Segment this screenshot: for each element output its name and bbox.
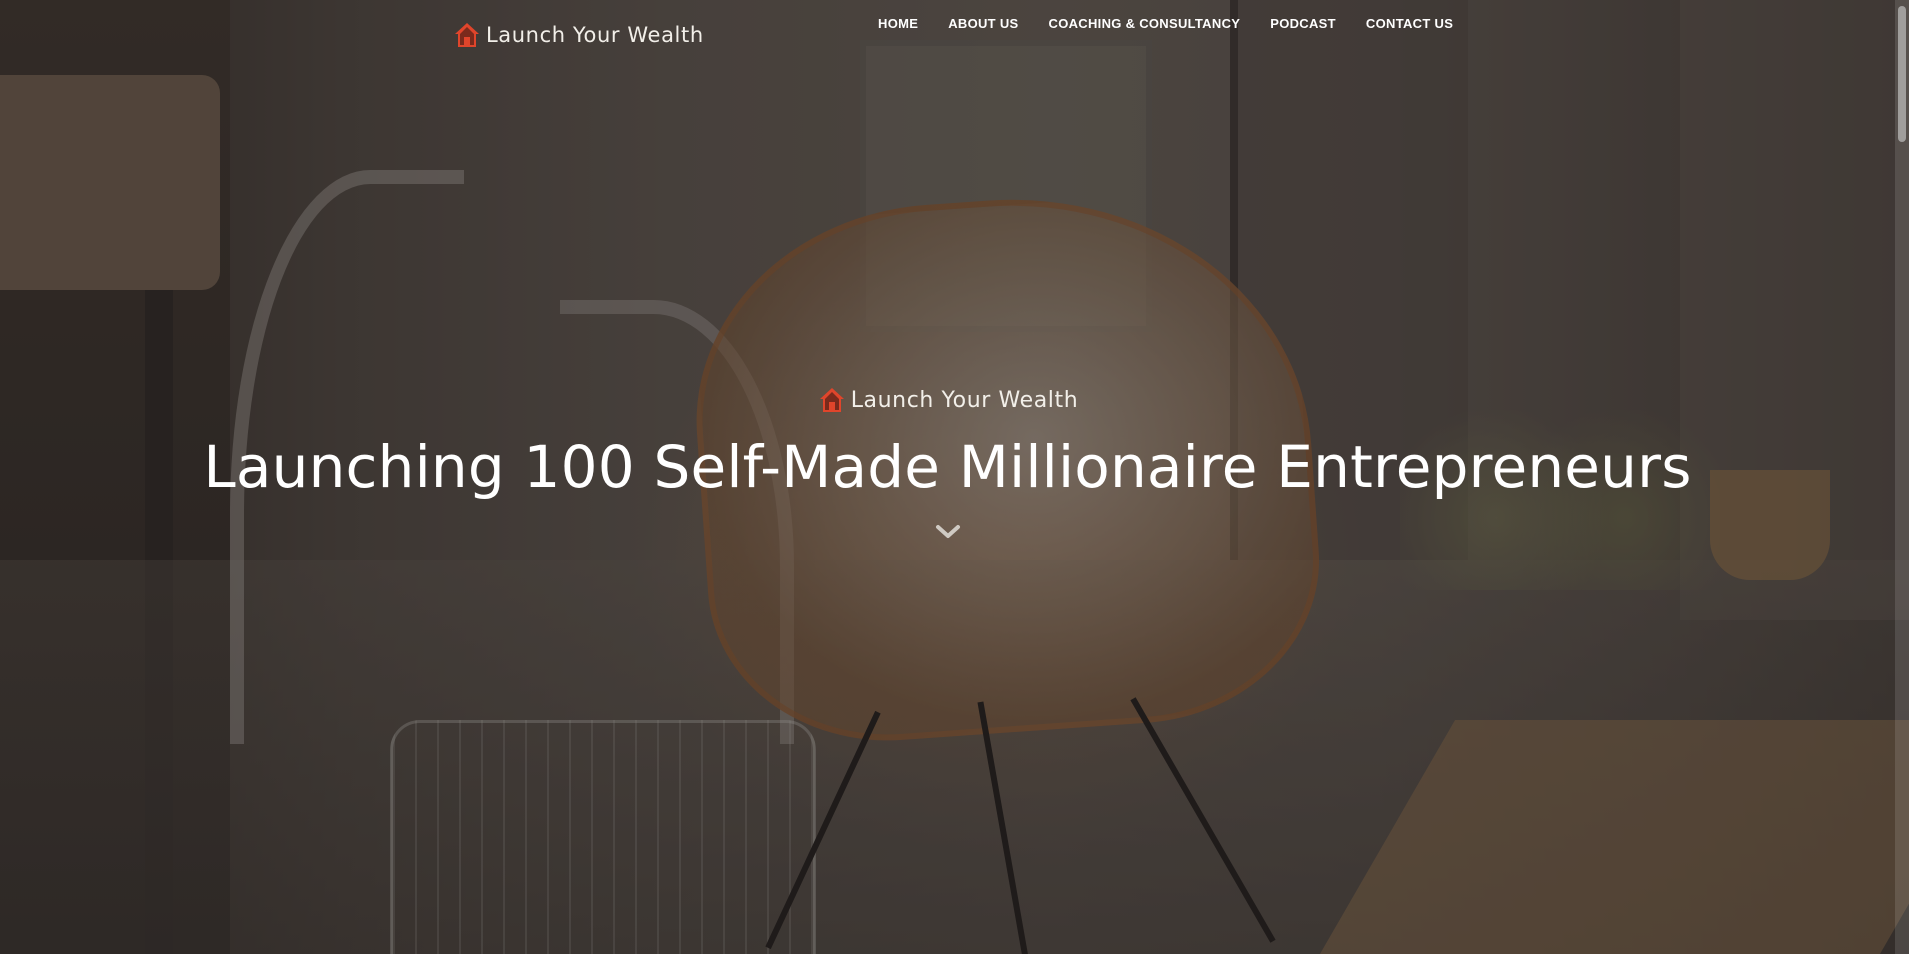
hero-content: Launch Your Wealth Launching 100 Self-Ma…: [0, 385, 1895, 546]
hero-section: Launch Your Wealth HOME ABOUT US COACHIN…: [0, 0, 1909, 954]
nav-item-coaching-consultancy[interactable]: COACHING & CONSULTANCY: [1049, 16, 1241, 31]
house-icon: [455, 23, 479, 47]
chevron-down-icon: [935, 525, 960, 538]
hero-brand-name: Launch Your Wealth: [850, 387, 1079, 413]
header-brand-name: Launch Your Wealth: [486, 23, 704, 47]
site-header: Launch Your Wealth HOME ABOUT US COACHIN…: [0, 0, 1909, 56]
scrollbar-thumb[interactable]: [1898, 6, 1906, 142]
nav-item-podcast[interactable]: PODCAST: [1270, 16, 1336, 31]
nav-item-about-us[interactable]: ABOUT US: [948, 16, 1018, 31]
nav-item-contact-us[interactable]: CONTACT US: [1366, 16, 1453, 31]
hero-logo: Launch Your Wealth: [817, 385, 1079, 415]
hero-title: Launching 100 Self-Made Millionaire Entr…: [203, 433, 1692, 501]
main-nav: HOME ABOUT US COACHING & CONSULTANCY POD…: [878, 16, 1483, 31]
header-logo-link[interactable]: Launch Your Wealth: [452, 20, 704, 50]
scroll-down-button[interactable]: [935, 523, 961, 546]
nav-item-home[interactable]: HOME: [878, 16, 918, 31]
page-scrollbar[interactable]: [1895, 0, 1909, 954]
house-icon: [819, 388, 844, 412]
